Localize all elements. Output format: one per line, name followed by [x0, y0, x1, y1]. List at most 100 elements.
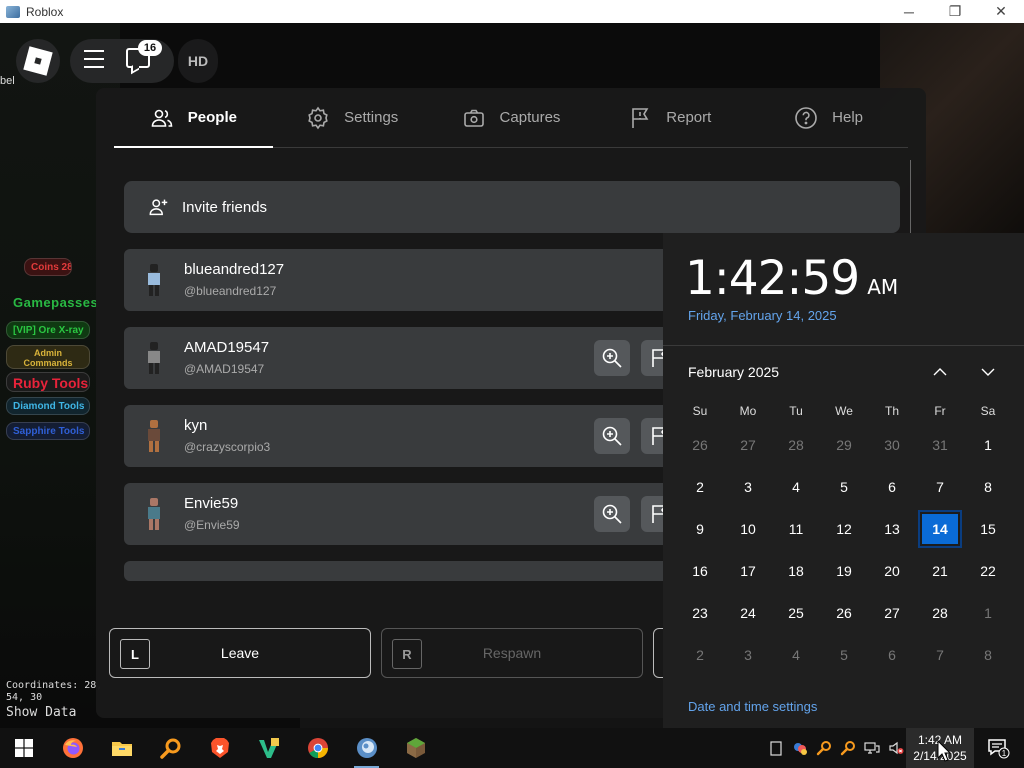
calendar-day[interactable]: 18 [772, 550, 820, 592]
examine-player-button[interactable] [594, 496, 630, 532]
calendar-day[interactable]: 26 [820, 592, 868, 634]
zoom-in-icon [602, 348, 622, 368]
calendar-day[interactable]: 25 [772, 592, 820, 634]
tray-clipboard[interactable] [766, 739, 785, 758]
calendar-day[interactable]: 5 [820, 634, 868, 676]
taskbar-file-explorer[interactable] [97, 728, 146, 768]
show-data-button[interactable]: Show Data [6, 705, 76, 720]
taskbar-firefox[interactable] [48, 728, 97, 768]
hud-gamepass-item[interactable]: Diamond Tools [6, 397, 90, 415]
calendar-day[interactable]: 8 [964, 634, 1012, 676]
calendar-day[interactable]: 23 [676, 592, 724, 634]
gamepasses-label: Gamepasses [13, 295, 99, 310]
taskbar-roblox-player[interactable] [342, 728, 391, 768]
next-month-button[interactable] [977, 361, 999, 383]
hud-gamepass-item[interactable]: Ruby Tools [6, 372, 90, 392]
tray-search-tool-a[interactable] [814, 739, 833, 758]
close-button[interactable]: ✕ [978, 0, 1024, 23]
calendar-month-label[interactable]: February 2025 [688, 364, 779, 380]
player-row[interactable]: Envie59 @Envie59 [124, 483, 684, 545]
previous-month-button[interactable] [929, 361, 951, 383]
calendar-day[interactable]: 27 [724, 424, 772, 466]
calendar-day-today[interactable]: 14 [916, 508, 964, 550]
scrollbar[interactable] [910, 160, 911, 235]
taskbar-vs[interactable] [244, 728, 293, 768]
calendar-day[interactable]: 6 [868, 466, 916, 508]
calendar-day[interactable]: 3 [724, 466, 772, 508]
calendar-day[interactable]: 19 [820, 550, 868, 592]
calendar-day[interactable]: 8 [964, 466, 1012, 508]
calendar-day[interactable]: 9 [676, 508, 724, 550]
invite-friends-button[interactable]: Invite friends [124, 181, 900, 233]
start-button[interactable] [0, 728, 48, 768]
tab-captures[interactable]: Captures [432, 88, 591, 147]
calendar-day[interactable]: 30 [868, 424, 916, 466]
date-time-settings-link[interactable]: Date and time settings [688, 699, 817, 714]
hd-badge[interactable]: HD [178, 39, 218, 83]
weekday-label: Tu [789, 404, 803, 418]
calendar-day[interactable]: 26 [676, 424, 724, 466]
calendar-day[interactable]: 15 [964, 508, 1012, 550]
hud-gamepass-item[interactable]: Sapphire Tools [6, 422, 90, 440]
calendar-day[interactable]: 2 [676, 634, 724, 676]
flyout-long-date[interactable]: Friday, February 14, 2025 [688, 308, 837, 323]
calendar-day[interactable]: 27 [868, 592, 916, 634]
hud-gamepass-item[interactable]: Admin Commands [6, 345, 90, 369]
calendar-day[interactable]: 3 [724, 634, 772, 676]
tray-volume[interactable] [886, 739, 905, 758]
calendar-day[interactable]: 24 [724, 592, 772, 634]
calendar-day[interactable]: 22 [964, 550, 1012, 592]
calendar-day[interactable]: 13 [868, 508, 916, 550]
calendar-day[interactable]: 6 [868, 634, 916, 676]
taskbar-minecraft[interactable] [391, 728, 440, 768]
calendar-day[interactable]: 1 [964, 424, 1012, 466]
calendar-day[interactable]: 31 [916, 424, 964, 466]
tray-network-warning[interactable] [790, 739, 809, 758]
player-row[interactable]: AMAD19547 @AMAD19547 [124, 327, 684, 389]
tray-network[interactable] [862, 739, 881, 758]
tab-report[interactable]: Report [590, 88, 749, 147]
calendar-day[interactable]: 7 [916, 634, 964, 676]
tab-people[interactable]: People [114, 88, 273, 148]
roblox-logo-button[interactable] [16, 39, 60, 83]
taskbar-brave[interactable] [195, 728, 244, 768]
calendar-day[interactable]: 5 [820, 466, 868, 508]
restore-button[interactable]: ❐ [932, 0, 978, 23]
calendar-day[interactable]: 29 [820, 424, 868, 466]
taskbar-search-tool[interactable] [146, 728, 195, 768]
invite-label: Invite friends [182, 198, 268, 216]
hud-gamepass-item[interactable]: [VIP] Ore X-ray [6, 321, 90, 339]
calendar-day[interactable]: 2 [676, 466, 724, 508]
tab-settings[interactable]: Settings [273, 88, 432, 147]
calendar-day[interactable]: 4 [772, 466, 820, 508]
minimize-button[interactable]: ─ [886, 0, 932, 23]
calendar-day[interactable]: 7 [916, 466, 964, 508]
player-row[interactable]: blueandred127 @blueandred127 [124, 249, 684, 311]
examine-player-button[interactable] [594, 340, 630, 376]
calendar-day[interactable]: 20 [868, 550, 916, 592]
calendar-day[interactable]: 10 [724, 508, 772, 550]
calendar-day[interactable]: 16 [676, 550, 724, 592]
taskbar-chrome[interactable] [293, 728, 342, 768]
examine-player-button[interactable] [594, 418, 630, 454]
keycap-r: R [392, 639, 422, 669]
calendar-week: 9 10 11 12 13 14 15 [676, 508, 1012, 550]
player-row-partial[interactable] [124, 561, 684, 581]
calendar-day[interactable]: 11 [772, 508, 820, 550]
hud-gamepass-item[interactable]: Coins 28 [24, 258, 72, 276]
calendar-day[interactable]: 1 [964, 592, 1012, 634]
calendar-day[interactable]: 17 [724, 550, 772, 592]
tab-help[interactable]: Help [749, 88, 908, 147]
player-row[interactable]: kyn @crazyscorpio3 [124, 405, 684, 467]
calendar-day[interactable]: 28 [772, 424, 820, 466]
calendar-day[interactable]: 4 [772, 634, 820, 676]
calendar-day[interactable]: 28 [916, 592, 964, 634]
action-center-button[interactable]: 1 [978, 728, 1018, 768]
respawn-button[interactable]: R Respawn [381, 628, 643, 678]
player-avatar [148, 498, 160, 530]
leave-button[interactable]: L Leave [109, 628, 371, 678]
tray-search-tool-b[interactable] [838, 739, 857, 758]
menu-hamburger-icon[interactable] [84, 50, 104, 68]
calendar-day[interactable]: 12 [820, 508, 868, 550]
calendar-day[interactable]: 21 [916, 550, 964, 592]
